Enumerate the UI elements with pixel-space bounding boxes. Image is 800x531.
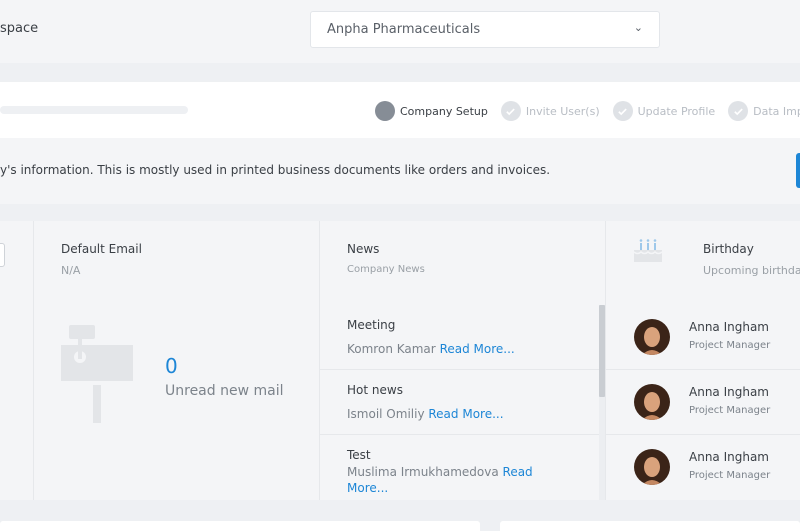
company-select-value: Anpha Pharmaceuticals bbox=[327, 22, 481, 37]
company-info-text: y's information. This is mostly used in … bbox=[0, 163, 551, 177]
news-item-author-line: Muslima Irmukhamedova Read More... bbox=[347, 464, 547, 496]
bottom-card bbox=[500, 521, 800, 531]
step-label: Data Impo bbox=[753, 104, 800, 118]
workspace-bar: space Anpha Pharmaceuticals ⌄ bbox=[0, 0, 800, 63]
birthday-widget-subtitle: Upcoming birthda bbox=[703, 264, 800, 277]
news-item-author: Komron Kamar bbox=[347, 342, 436, 356]
birthday-person[interactable]: Anna Ingham Project Manager bbox=[606, 305, 800, 370]
person-name: Anna Ingham bbox=[689, 450, 769, 464]
mailbox-icon bbox=[61, 325, 133, 425]
news-item: Hot news Ismoil Omiliy Read More... bbox=[320, 370, 599, 435]
step-label: Company Setup bbox=[400, 104, 488, 118]
step-label: Invite User(s) bbox=[525, 104, 600, 118]
setup-progress-card: Company Setup Invite User(s) Update Prof… bbox=[0, 82, 800, 138]
check-icon bbox=[612, 101, 633, 121]
news-item-title: Hot news bbox=[347, 383, 403, 397]
news-widget-title: News bbox=[347, 242, 380, 256]
progress-track bbox=[0, 106, 188, 114]
news-widget-subtitle: Company News bbox=[347, 264, 425, 275]
step-invite-users[interactable]: Invite User(s) bbox=[500, 101, 600, 121]
avatar bbox=[634, 449, 670, 485]
chevron-down-icon: ⌄ bbox=[633, 21, 643, 34]
action-button[interactable] bbox=[796, 153, 800, 188]
workspace-label: space bbox=[0, 21, 39, 36]
avatar bbox=[634, 319, 670, 355]
person-role: Project Manager bbox=[689, 405, 771, 416]
news-item-author: Ismoil Omiliy bbox=[347, 407, 425, 421]
news-item: Test Muslima Irmukhamedova Read More... bbox=[320, 435, 599, 500]
news-item-title: Meeting bbox=[347, 318, 396, 332]
bottom-card bbox=[0, 521, 480, 531]
unread-mail-count[interactable]: 0 bbox=[165, 354, 178, 378]
news-scrollbar[interactable] bbox=[599, 305, 605, 500]
step-active-dot-icon bbox=[375, 101, 395, 121]
news-item-author-line: Komron Kamar Read More... bbox=[347, 341, 547, 357]
read-more-link[interactable]: Read More... bbox=[440, 342, 515, 356]
company-select[interactable]: Anpha Pharmaceuticals ⌄ bbox=[310, 11, 660, 48]
birthday-person[interactable]: Anna Ingham Project Manager bbox=[606, 435, 800, 500]
news-item: Meeting Komron Kamar Read More... bbox=[320, 305, 599, 370]
setup-steps: Company Setup Invite User(s) Update Prof… bbox=[375, 100, 800, 122]
read-more-link[interactable]: Read More... bbox=[428, 407, 503, 421]
news-item-author: Muslima Irmukhamedova bbox=[347, 465, 499, 479]
check-icon bbox=[500, 101, 521, 121]
email-widget-title: Default Email bbox=[61, 242, 142, 256]
left-panel-button[interactable] bbox=[0, 243, 5, 267]
step-label: Update Profile bbox=[637, 104, 716, 118]
birthday-widget-title: Birthday bbox=[703, 242, 754, 256]
step-data-import[interactable]: Data Impo bbox=[728, 101, 800, 121]
dashboard-panels: Default Email N/A 0 Unread new mail News… bbox=[0, 221, 800, 500]
birthday-person[interactable]: Anna Ingham Project Manager bbox=[606, 370, 800, 435]
avatar bbox=[634, 384, 670, 420]
news-item-title: Test bbox=[347, 448, 371, 462]
unread-mail-label: Unread new mail bbox=[165, 383, 284, 399]
company-info-bar: y's information. This is mostly used in … bbox=[0, 138, 800, 204]
person-role: Project Manager bbox=[689, 470, 771, 481]
person-role: Project Manager bbox=[689, 340, 771, 351]
person-name: Anna Ingham bbox=[689, 320, 769, 334]
person-name: Anna Ingham bbox=[689, 385, 769, 399]
step-company-setup[interactable]: Company Setup bbox=[375, 101, 488, 121]
step-update-profile[interactable]: Update Profile bbox=[612, 101, 716, 121]
scrollbar-thumb[interactable] bbox=[599, 305, 605, 397]
email-widget-value: N/A bbox=[61, 264, 81, 277]
check-icon bbox=[728, 101, 749, 121]
news-item-author-line: Ismoil Omiliy Read More... bbox=[347, 406, 547, 422]
birthday-cake-icon bbox=[633, 238, 663, 262]
divider bbox=[33, 221, 34, 500]
